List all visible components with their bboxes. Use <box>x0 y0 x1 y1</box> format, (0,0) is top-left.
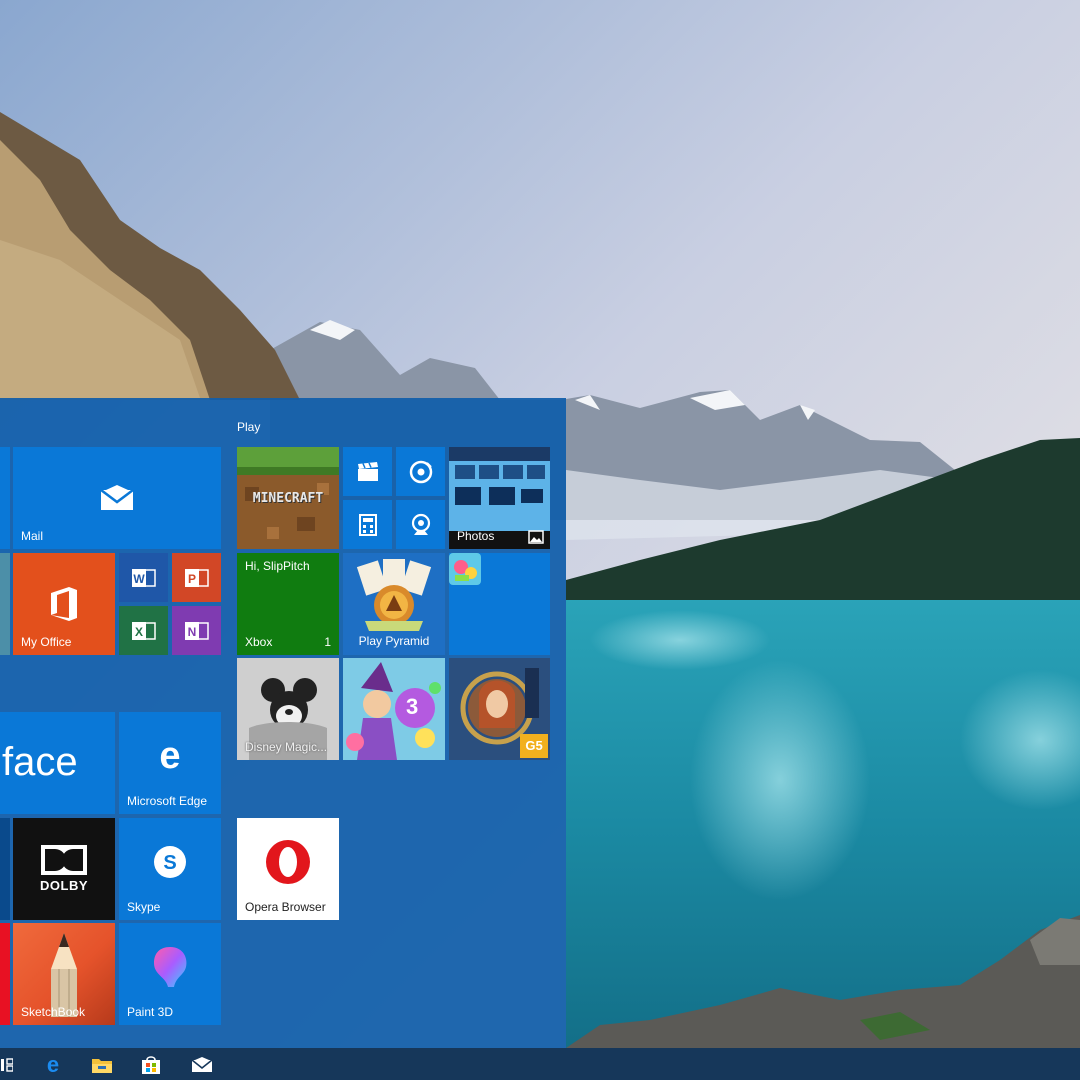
taskbar-file-explorer-button[interactable] <box>91 1054 113 1076</box>
tile-sketchbook[interactable]: SketchBook <box>13 923 115 1025</box>
tile-my-office-label: My Office <box>21 635 72 649</box>
paint3d-icon <box>154 947 187 987</box>
tile-dolby-text: DOLBY <box>40 878 88 893</box>
tile-minecraft[interactable]: MINECRAFT <box>237 447 339 549</box>
tile-microsoft-edge-label: Microsoft Edge <box>127 794 208 808</box>
candy-icon <box>449 553 481 585</box>
tile-skype[interactable]: S Skype <box>119 818 221 920</box>
disc-icon <box>409 460 432 483</box>
tile-paint-3d-label: Paint 3D <box>127 1005 174 1019</box>
tile-photos[interactable]: Photos <box>449 447 550 549</box>
tile-word[interactable]: W <box>119 553 168 602</box>
edge-icon: e <box>46 1052 60 1077</box>
tile-bubble-witch[interactable]: 3 <box>343 658 445 760</box>
tile-onenote[interactable]: N <box>172 606 221 655</box>
tile-groove[interactable] <box>396 447 445 496</box>
start-menu: Play Mail My Office W P X N face e Micro… <box>0 398 566 1048</box>
tile-xbox-count: 1 <box>324 635 331 649</box>
skype-icon: S <box>154 846 186 878</box>
tile-skype-label: Skype <box>127 900 161 914</box>
group-label-play: Play <box>237 420 261 434</box>
mail-icon <box>100 485 134 510</box>
taskbar-edge-button[interactable]: e <box>42 1054 64 1076</box>
edge-icon: e <box>159 734 181 777</box>
office-icon <box>51 587 77 621</box>
tile-play-pyramid[interactable]: Play Pyramid <box>343 553 445 655</box>
photo-icon <box>528 530 544 544</box>
tile-hidden-city-badge: G5 <box>520 734 548 758</box>
svg-text:W: W <box>133 572 145 586</box>
word-icon: W <box>131 568 156 587</box>
tile-my-office[interactable]: My Office <box>13 553 115 655</box>
tile-disney-magic-kingdoms[interactable]: Disney Magic... <box>237 658 339 760</box>
tile-powerpoint[interactable]: P <box>172 553 221 602</box>
clapper-icon <box>357 461 378 481</box>
task-view-icon <box>1 1058 13 1072</box>
task-view-button[interactable] <box>0 1054 14 1076</box>
tile-xbox-label: Xbox <box>245 635 273 649</box>
tile-camera[interactable] <box>396 500 445 549</box>
calculator-icon <box>358 513 377 536</box>
dolby-icon <box>41 845 87 875</box>
tile-hidden-city[interactable]: G5 <box>449 658 550 760</box>
webcam-icon <box>411 513 430 535</box>
taskbar-store-button[interactable] <box>140 1054 162 1076</box>
file-explorer-icon <box>92 1059 112 1073</box>
tile-surface[interactable]: face <box>0 712 115 814</box>
onenote-icon: N <box>184 621 209 640</box>
tile-mail[interactable]: Mail <box>13 447 221 549</box>
svg-text:P: P <box>187 572 195 586</box>
tile-xbox-greeting: Hi, SlipPitch <box>245 559 310 573</box>
svg-text:S: S <box>163 852 176 874</box>
tile-opera-browser[interactable]: Opera Browser <box>237 818 339 920</box>
tile-sketchbook-label: SketchBook <box>21 1005 86 1019</box>
partial-tile-1[interactable] <box>0 447 10 549</box>
tile-disney-label: Disney Magic... <box>245 740 328 754</box>
tile-opera-label: Opera Browser <box>245 900 326 914</box>
store-icon <box>142 1056 160 1074</box>
tile-mail-label: Mail <box>21 529 44 543</box>
tile-paint-3d[interactable]: Paint 3D <box>119 923 221 1025</box>
partial-tile-3[interactable] <box>0 818 10 920</box>
tile-calculator[interactable] <box>343 500 392 549</box>
tile-microsoft-edge[interactable]: e Microsoft Edge <box>119 712 221 814</box>
tile-play-pyramid-label: Play Pyramid <box>358 634 430 648</box>
bubble-witch-art <box>343 658 445 760</box>
opera-icon <box>266 840 310 884</box>
partial-tile-4[interactable] <box>0 923 10 1025</box>
tile-photos-label: Photos <box>457 529 495 543</box>
tile-surface-text: face <box>2 740 78 784</box>
mail-icon <box>191 1057 213 1072</box>
tile-dolby[interactable]: DOLBY <box>13 818 115 920</box>
taskbar: e <box>0 1048 1080 1080</box>
tile-excel[interactable]: X <box>119 606 168 655</box>
tile-movies-tv[interactable] <box>343 447 392 496</box>
tile-bubble-witch-badge: 3 <box>406 694 419 719</box>
svg-text:N: N <box>187 625 196 639</box>
excel-icon: X <box>131 621 156 640</box>
tile-soda-saga[interactable] <box>449 553 550 655</box>
tile-xbox[interactable]: Hi, SlipPitch Xbox 1 <box>237 553 339 655</box>
tile-minecraft-text: MINECRAFT <box>252 490 324 506</box>
svg-text:X: X <box>134 625 142 639</box>
taskbar-mail-button[interactable] <box>191 1054 213 1076</box>
powerpoint-icon: P <box>184 568 209 587</box>
partial-tile-2[interactable] <box>0 553 10 655</box>
